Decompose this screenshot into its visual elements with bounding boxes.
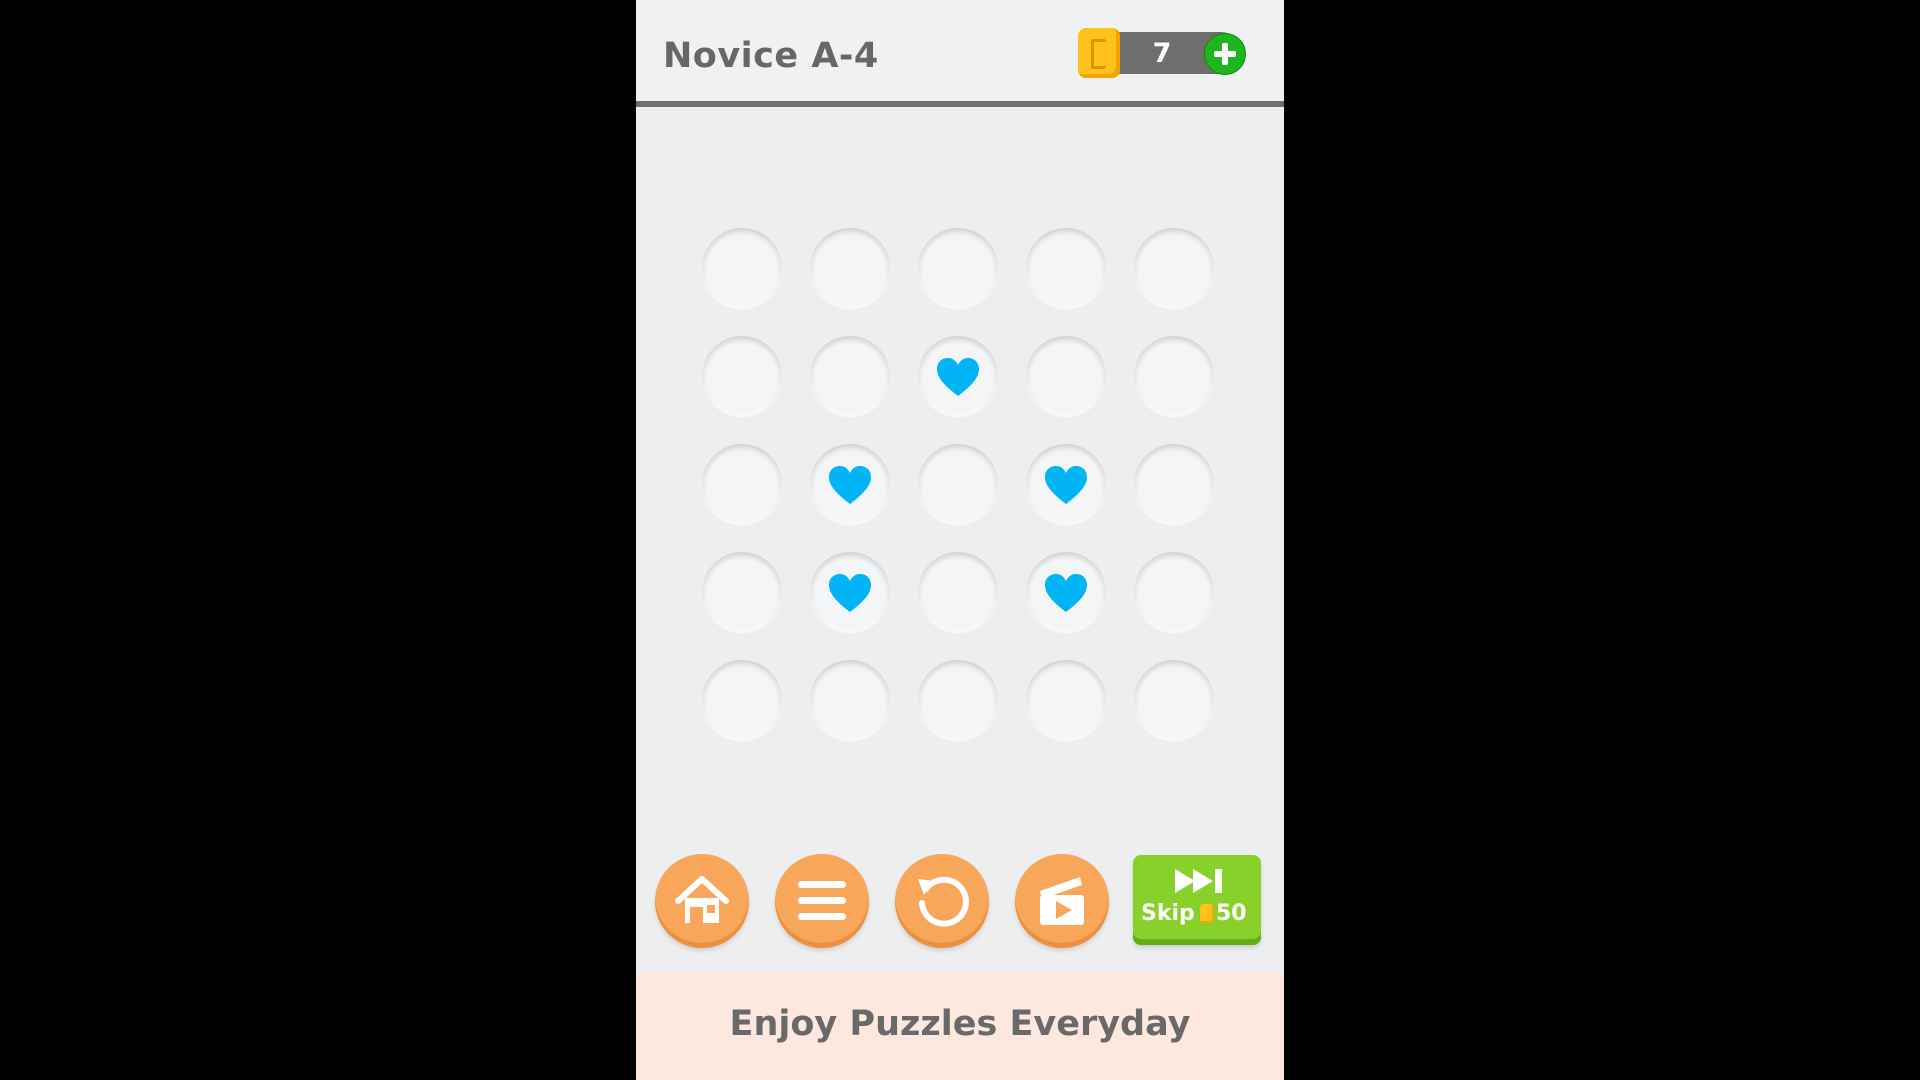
home-icon: [675, 876, 729, 923]
watch-video-button[interactable]: [1015, 854, 1109, 948]
top-bar: Novice A-4 7: [636, 0, 1284, 107]
board-cell[interactable]: [702, 660, 782, 740]
board-cell[interactable]: [810, 444, 890, 524]
video-play-icon: [1040, 877, 1084, 925]
skip-cost-row: Skip 50: [1141, 901, 1255, 929]
puzzle-board: [702, 228, 1222, 748]
board-cell[interactable]: [918, 228, 998, 308]
heart-icon: [937, 358, 979, 396]
board-cell[interactable]: [918, 336, 998, 416]
heart-icon: [829, 466, 871, 504]
footer-banner: Enjoy Puzzles Everyday: [636, 972, 1284, 1080]
fast-forward-icon: [1175, 869, 1222, 893]
board-cell[interactable]: [1026, 444, 1106, 524]
board-cell[interactable]: [1026, 660, 1106, 740]
board-cell[interactable]: [1026, 228, 1106, 308]
coin-icon: [1200, 904, 1214, 923]
skip-button[interactable]: Skip 50: [1133, 855, 1261, 945]
game-screen: Novice A-4 7 Skip 50 Enjoy Puzzles Every…: [636, 0, 1284, 1080]
heart-icon: [1045, 574, 1087, 612]
board-cell[interactable]: [1134, 444, 1214, 524]
board-cell[interactable]: [918, 552, 998, 632]
board-cell[interactable]: [918, 660, 998, 740]
level-title: Novice A-4: [663, 36, 879, 76]
skip-label: Skip: [1141, 901, 1195, 926]
board-cell[interactable]: [702, 552, 782, 632]
board-cell[interactable]: [702, 336, 782, 416]
board-cell[interactable]: [1134, 552, 1214, 632]
board-cell[interactable]: [1134, 660, 1214, 740]
board-cell[interactable]: [1134, 228, 1214, 308]
menu-button[interactable]: [775, 854, 869, 948]
menu-icon: [798, 881, 846, 920]
heart-icon: [1045, 466, 1087, 504]
skip-cost: 50: [1216, 901, 1247, 926]
coin-count: 7: [1152, 38, 1172, 69]
coin-icon: [1078, 28, 1120, 78]
add-coins-button[interactable]: [1204, 33, 1246, 75]
board-cell[interactable]: [702, 444, 782, 524]
restart-button[interactable]: [895, 854, 989, 948]
board-cell[interactable]: [810, 552, 890, 632]
board-cell[interactable]: [1026, 552, 1106, 632]
tagline: Enjoy Puzzles Everyday: [729, 1004, 1191, 1044]
board-cell[interactable]: [1134, 336, 1214, 416]
board-cell[interactable]: [918, 444, 998, 524]
bottom-toolbar: Skip 50: [636, 850, 1284, 950]
board-cell[interactable]: [702, 228, 782, 308]
coin-balance: 7: [1078, 28, 1246, 78]
board-cell[interactable]: [1026, 336, 1106, 416]
restart-icon: [918, 876, 969, 927]
board-cell[interactable]: [810, 336, 890, 416]
board-cell[interactable]: [810, 228, 890, 308]
board-cell[interactable]: [810, 660, 890, 740]
home-button[interactable]: [655, 854, 749, 948]
heart-icon: [829, 574, 871, 612]
